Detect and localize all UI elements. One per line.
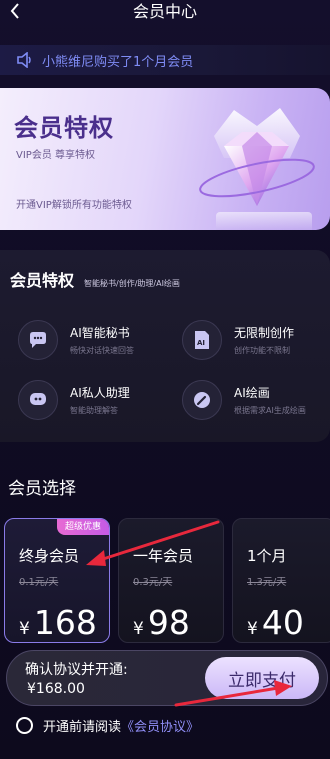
- header: 会员中心: [0, 0, 330, 34]
- currency-symbol: ¥: [19, 619, 30, 639]
- plan-one-year[interactable]: 一年会员 0.3元/天 ¥ 98: [118, 518, 224, 643]
- payment-bar: 确认协议并开通: ¥168.00 立即支付: [6, 650, 328, 706]
- plan-name: 1个月: [247, 547, 287, 565]
- privileges-subtitle: 智能秘书/创作/助理/AI绘画: [84, 279, 180, 288]
- agreement-row: 开通前请阅读 《会员协议》: [16, 716, 199, 735]
- feature-name: AI私人助理: [70, 386, 130, 400]
- privileges-header: 会员特权 智能秘书/创作/助理/AI绘画: [10, 267, 180, 291]
- feature-name: AI智能秘书: [70, 326, 130, 340]
- plan-old-price: 0.1元/天: [19, 577, 59, 588]
- feature-desc: 创作功能不限制: [234, 346, 290, 355]
- banner-subtitle: VIP会员 尊享特权: [16, 150, 95, 161]
- ai-document-icon: AI: [195, 331, 209, 349]
- feature-desc: 畅快对话快速回答: [70, 346, 134, 355]
- feature-desc: 智能助理解答: [70, 406, 118, 415]
- agreement-link[interactable]: 《会员协议》: [121, 716, 199, 735]
- feature-unlimited-creation: AI 无限制创作 创作功能不限制: [182, 320, 294, 360]
- purchase-notice: 小熊维尼购买了1个月会员: [0, 45, 330, 75]
- vip-banner: 会员特权 VIP会员 尊享特权 开通VIP解锁所有功能特权: [0, 88, 330, 230]
- agreement-text: 开通前请阅读: [43, 720, 122, 735]
- banner-description: 开通VIP解锁所有功能特权: [16, 200, 132, 211]
- plan-section-title: 会员选择: [8, 479, 76, 499]
- feature-ai-painting: AI绘画 根据需求AI生成绘画: [182, 380, 306, 420]
- feature-name: 无限制创作: [234, 326, 295, 340]
- chat-bubble-icon: [30, 332, 46, 348]
- banner-platform: [216, 212, 312, 230]
- back-button[interactable]: [4, 0, 26, 22]
- agreement-radio[interactable]: [16, 717, 33, 734]
- plan-name: 终身会员: [19, 547, 80, 565]
- plan-name: 一年会员: [133, 547, 194, 565]
- assistant-chat-icon: [30, 393, 46, 405]
- feature-desc: 根据需求AI生成绘画: [234, 406, 306, 415]
- feature-name: AI绘画: [234, 386, 270, 400]
- crown-gem-icon: [199, 108, 315, 206]
- feature-ai-secretary: AI智能秘书 畅快对话快速回答: [18, 320, 134, 360]
- chevron-left-icon: [10, 3, 19, 19]
- plan-lifetime[interactable]: 超级优惠 终身会员 0.1元/天 ¥ 168: [4, 518, 110, 643]
- discount-badge: 超级优惠: [57, 519, 109, 535]
- notice-text: 小熊维尼购买了1个月会员: [42, 54, 194, 70]
- speaker-icon: [17, 52, 31, 68]
- brush-icon: [194, 392, 210, 408]
- plan-price: 40: [261, 603, 304, 642]
- svg-text:AI: AI: [197, 339, 205, 347]
- payment-label: 确认协议并开通:: [25, 662, 128, 678]
- plan-old-price: 0.3元/天: [133, 577, 173, 588]
- privileges-card: 会员特权 智能秘书/创作/助理/AI绘画 AI智能秘书 畅快对话快速回答 AI …: [0, 250, 330, 442]
- payment-amount: ¥168.00: [27, 681, 85, 697]
- plan-price: 168: [33, 603, 97, 642]
- plan-old-price: 1.3元/天: [247, 577, 287, 588]
- plan-one-month[interactable]: 1个月 1.3元/天 ¥ 40: [232, 518, 330, 643]
- plan-price: 98: [147, 603, 190, 642]
- feature-ai-assistant: AI私人助理 智能助理解答: [18, 380, 130, 420]
- page-title: 会员中心: [132, 2, 197, 21]
- privileges-title: 会员特权: [10, 271, 75, 290]
- currency-symbol: ¥: [133, 619, 144, 639]
- currency-symbol: ¥: [247, 619, 258, 639]
- pay-now-button[interactable]: 立即支付: [205, 657, 319, 699]
- banner-title: 会员特权: [14, 114, 114, 142]
